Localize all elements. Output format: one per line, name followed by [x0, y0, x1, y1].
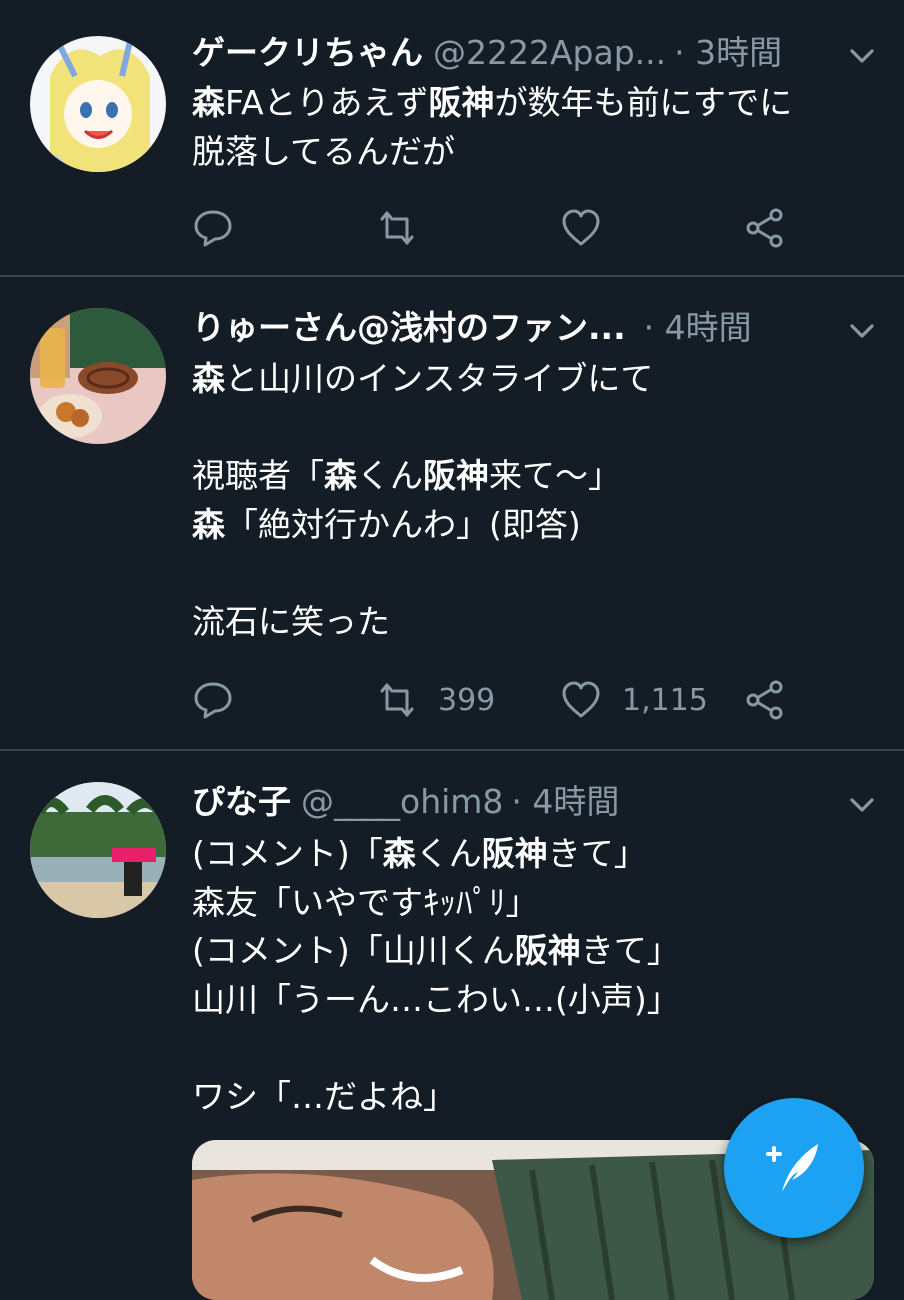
reply-icon	[194, 682, 232, 719]
tweet-text-line: (コメント)「山川くん阪神きて」	[192, 927, 882, 976]
author-handle[interactable]: @____ohim8	[301, 777, 503, 827]
avatar[interactable]	[30, 308, 166, 444]
text-segment: ワシ「…だよね」	[192, 1076, 456, 1116]
avatar[interactable]	[30, 36, 166, 172]
share-button[interactable]	[744, 675, 786, 725]
text-segment: きて」	[547, 834, 647, 873]
retweet-button[interactable]	[376, 203, 438, 253]
retweet-icon	[380, 211, 414, 245]
author-name[interactable]: ゲークリちゃん	[192, 28, 423, 78]
text-segment: きて」	[580, 931, 680, 970]
highlighted-keyword: 森	[192, 359, 225, 398]
highlighted-keyword: 阪神	[514, 931, 581, 970]
text-segment: 山川「うーん…こわい…(小声)」	[192, 979, 680, 1019]
text-segment: と山川のインスタライブにて	[225, 359, 654, 398]
tweet-actions: 399 1,115	[192, 675, 812, 725]
share-icon	[746, 208, 783, 248]
chevron-down-icon[interactable]	[848, 791, 876, 819]
tweet-time: · 3時間	[674, 33, 783, 72]
tweet-text-line: 視聴者「森くん阪神来て～」	[192, 452, 882, 501]
text-segment: が数年も前にすでに	[494, 83, 793, 122]
tweet-text-line: 流石に笑った	[192, 598, 882, 647]
tweet[interactable]: りゅーさん@浅村のファン... · 4時間 森と山川のインスタライブにて 視聴者「…	[0, 277, 904, 749]
author-name[interactable]: りゅーさん@浅村のファン...	[192, 303, 626, 353]
reply-button[interactable]	[192, 675, 234, 725]
tweet-text-line	[192, 1024, 882, 1073]
compose-tweet-button[interactable]	[724, 1098, 864, 1238]
tweet-text-line: 山川「うーん…こわい…(小声)」	[192, 976, 882, 1025]
tweet-text: (コメント)「森くん阪神きて」 森友「いやですｷｯﾊﾟﾘ」 (コメント)「山川くん阪…	[192, 830, 882, 1121]
text-segment: 流石に笑った	[192, 601, 390, 641]
heart-icon	[562, 209, 600, 246]
text-segment: (コメント)「山川くん	[192, 931, 515, 970]
retweet-button[interactable]: 399	[376, 675, 495, 725]
text-segment: 来て～」	[489, 456, 621, 495]
tweet-text-line: 森と山川のインスタライブにて	[192, 355, 882, 404]
retweet-icon	[380, 683, 414, 717]
like-button[interactable]: 1,115	[560, 675, 708, 725]
tweet[interactable]: ゲークリちゃん @2222Apap... · 3時間 森FAとりあえず阪神が数年…	[0, 0, 904, 276]
text-segment: くん	[415, 834, 482, 873]
author-handle[interactable]: @2222Apap...	[433, 28, 666, 78]
compose-tweet-icon	[766, 1144, 818, 1192]
highlighted-keyword: 阪神	[481, 834, 548, 873]
tweet-text-line	[192, 549, 882, 598]
like-button[interactable]	[560, 203, 622, 253]
text-segment: 「絶対行かんわ」(即答)	[225, 504, 581, 544]
text-segment: 森友「いやですｷｯﾊﾟﾘ」	[192, 882, 539, 922]
chevron-down-icon[interactable]	[848, 42, 876, 70]
highlighted-keyword: 森	[192, 83, 225, 122]
tweet-text: 森と山川のインスタライブにて 視聴者「森くん阪神来て～」 森「絶対行かんわ」(即答)…	[192, 355, 882, 646]
reply-icon	[194, 210, 232, 247]
retweet-count: 399	[438, 682, 496, 718]
tweet-text-line: (コメント)「森くん阪神きて」	[192, 830, 882, 879]
tweet-time: · 4時間	[643, 308, 752, 347]
tweet-time: · 4時間	[511, 782, 620, 821]
text-segment: FAとりあえず	[225, 83, 429, 122]
like-count: 1,115	[622, 682, 708, 718]
tweet-actions	[192, 203, 812, 253]
tweet-text: 森FAとりあえず阪神が数年も前にすでに 脱落してるんだが	[192, 79, 882, 176]
highlighted-keyword: 森	[192, 504, 225, 544]
avatar[interactable]	[30, 782, 166, 918]
text-segment: 脱落してるんだが	[192, 131, 456, 171]
text-segment: くん	[357, 456, 423, 495]
tweet-text-line: 脱落してるんだが	[192, 128, 882, 177]
highlighted-keyword: 阪神	[428, 83, 495, 122]
heart-icon	[562, 681, 600, 718]
text-segment: (コメント)「	[192, 834, 383, 873]
share-button[interactable]	[744, 203, 786, 253]
chevron-down-icon[interactable]	[848, 317, 876, 345]
tweet-text-line: 森「絶対行かんわ」(即答)	[192, 501, 882, 550]
highlighted-keyword: 森	[324, 456, 357, 495]
share-icon	[746, 680, 783, 720]
text-segment: 視聴者「	[192, 456, 324, 495]
highlighted-keyword: 森	[382, 834, 416, 873]
highlighted-keyword: 阪神	[423, 456, 489, 495]
tweet-text-line: 森友「いやですｷｯﾊﾟﾘ」	[192, 879, 882, 928]
author-name[interactable]: ぴな子	[192, 777, 291, 827]
tweet-text-line	[192, 404, 882, 453]
tweet-text-line: 森FAとりあえず阪神が数年も前にすでに	[192, 79, 882, 128]
reply-button[interactable]	[192, 203, 234, 253]
